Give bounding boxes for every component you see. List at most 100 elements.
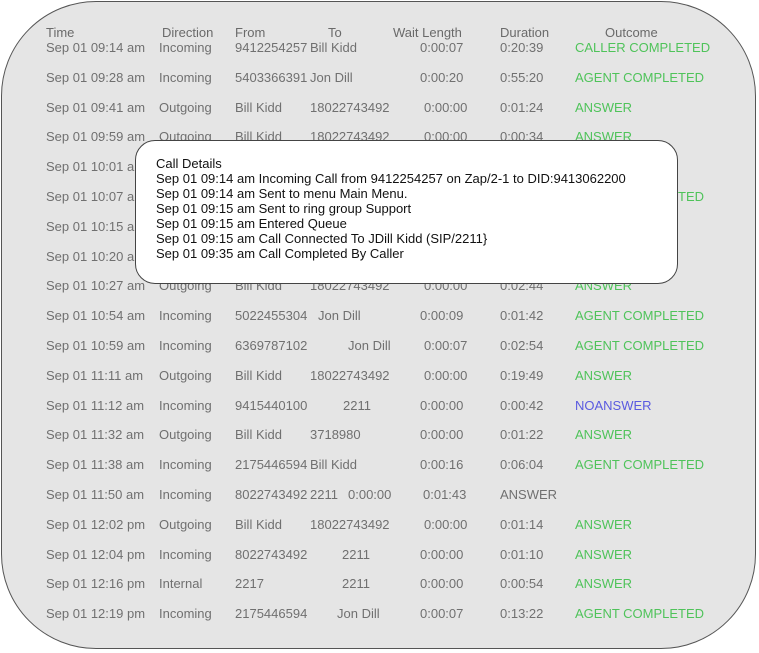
cell-direction: Incoming (159, 40, 212, 55)
cell-direction: Incoming (159, 70, 212, 85)
cell-direction: Incoming (159, 308, 212, 323)
cell-wait: 0:00:20 (420, 70, 464, 85)
cell-to: 18022743492 (310, 100, 390, 115)
call-details-line: Sep 01 09:15 am Entered Queue (156, 216, 347, 231)
call-details-line: Sep 01 09:15 am Sent to ring group Suppo… (156, 201, 412, 216)
cell-wait: 0:00:00 (420, 427, 464, 442)
cell-from: Bill Kidd (235, 100, 282, 115)
header-direction: Direction (162, 25, 214, 40)
cell-from: 6369787102 (235, 338, 308, 353)
call-details-popup: Call Details Sep 01 09:14 am Incoming Ca… (135, 140, 678, 284)
cell-duration: 0:01:43 (423, 487, 467, 502)
cell-duration: 0:01:14 (500, 517, 544, 532)
cell-time: Sep 01 10:01 am (46, 159, 146, 174)
call-details-line: Sep 01 09:35 am Call Completed By Caller (156, 246, 404, 261)
cell-from: 9415440100 (235, 398, 308, 413)
cell-from: 8022743492 (235, 547, 308, 562)
outcome-status: CALLER COMPLETED (575, 40, 711, 55)
cell-time: Sep 01 10:27 am (46, 278, 146, 293)
cell-duration: 0:06:04 (500, 457, 544, 472)
cell-to: Jon Dill (337, 606, 380, 621)
cell-time: Sep 01 10:54 am (46, 308, 146, 323)
cell-wait: 0:00:00 (424, 517, 468, 532)
cell-to: Jon Dill (348, 338, 391, 353)
outcome-status: ANSWER (575, 427, 633, 442)
outcome-status: NOANSWER (575, 398, 652, 413)
outcome-status: AGENT COMPLETED (575, 308, 705, 323)
call-details-line: Sep 01 09:15 am Call Connected To JDill … (156, 231, 488, 246)
cell-wait: 0:00:00 (420, 576, 464, 591)
header-wait-length: Wait Length (393, 25, 462, 40)
header-from: From (235, 25, 266, 40)
call-details-title: Call Details (156, 156, 222, 171)
cell-time: Sep 01 09:14 am (46, 40, 146, 55)
outcome-status: AGENT COMPLETED (575, 457, 705, 472)
cell-duration: 0:13:22 (500, 606, 544, 621)
cell-to: 18022743492 (310, 517, 390, 532)
cell-from: 2175446594 (235, 606, 308, 621)
cell-wait: 0:00:00 (424, 368, 468, 383)
cell-wait: 0:00:00 (420, 398, 464, 413)
cell-direction: Outgoing (159, 427, 212, 442)
outcome-status: AGENT COMPLETED (575, 70, 705, 85)
header-outcome: Outcome (605, 25, 658, 40)
cell-from: 8022743492 (235, 487, 308, 502)
cell-time: Sep 01 09:28 am (46, 70, 146, 85)
cell-direction: Outgoing (159, 517, 212, 532)
cell-time: Sep 01 11:38 am (46, 457, 145, 472)
cell-wait: 0:00:16 (420, 457, 464, 472)
outcome-status: ANSWER (575, 576, 633, 591)
cell-time: Sep 01 09:41 am (46, 100, 146, 115)
cell-duration: 0:01:42 (500, 308, 544, 323)
cell-time: Sep 01 12:04 pm (46, 547, 146, 562)
cell-to: 2211 (343, 398, 371, 413)
header-time: Time (46, 25, 75, 40)
cell-direction: Outgoing (159, 368, 212, 383)
cell-direction: Incoming (159, 487, 212, 502)
cell-time: Sep 01 11:12 am (46, 398, 145, 413)
cell-time: Sep 01 10:07 am (46, 189, 146, 204)
cell-duration: 0:01:10 (500, 547, 544, 562)
cell-from: 2217 (235, 576, 264, 591)
cell-to: 3718980 (310, 427, 361, 442)
cell-direction: Incoming (159, 457, 212, 472)
cell-duration: 0:19:49 (500, 368, 544, 383)
header-duration: Duration (500, 25, 550, 40)
cell-time: Sep 01 09:59 am (46, 129, 146, 144)
cell-from: 2175446594 (235, 457, 308, 472)
cell-time: Sep 01 10:59 am (46, 338, 146, 353)
header-to: To (328, 25, 342, 40)
cell-wait: 0:00:00 (420, 547, 464, 562)
cell-to: 2211 (342, 547, 370, 562)
cell-time: Sep 01 10:20 am (46, 249, 146, 264)
cell-direction: Incoming (159, 606, 212, 621)
cell-from: Bill Kidd (235, 517, 282, 532)
cell-to: 2211 (342, 576, 370, 591)
cell-time: Sep 01 12:16 pm (46, 576, 146, 591)
cell-time: Sep 01 10:15 am (46, 219, 146, 234)
cell-wait: 0:00:00 (348, 487, 392, 502)
cell-direction: Incoming (159, 398, 212, 413)
outcome-status: ANSWER (575, 547, 633, 562)
outcome-status: AGENT COMPLETED (575, 606, 705, 621)
cell-time: Sep 01 11:32 am (46, 427, 145, 442)
cell-time: Sep 01 11:50 am (46, 487, 145, 502)
call-details-line: Sep 01 09:14 am Incoming Call from 94122… (156, 171, 626, 186)
outcome-status: ANSWER (575, 368, 633, 383)
call-details-line: Sep 01 09:14 am Sent to menu Main Menu. (156, 186, 408, 201)
cell-time: Sep 01 12:19 pm (46, 606, 146, 621)
cell-wait: 0:00:09 (420, 308, 464, 323)
outcome-status: ANSWER (575, 517, 633, 532)
cell-from: 5403366391 (235, 70, 308, 85)
cell-duration: 0:02:54 (500, 338, 544, 353)
cell-from: 9412254257 (235, 40, 308, 55)
cell-duration: 0:01:22 (500, 427, 544, 442)
cell-to: 2211 (310, 487, 338, 502)
cell-to: Bill Kidd (310, 40, 357, 55)
cell-wait: 0:00:00 (424, 100, 468, 115)
cell-duration: 0:00:54 (500, 576, 544, 591)
cell-wait: 0:00:07 (424, 338, 468, 353)
cell-from: 5022455304 (235, 308, 308, 323)
cell-direction: Internal (159, 576, 203, 591)
cell-time: Sep 01 12:02 pm (46, 517, 146, 532)
